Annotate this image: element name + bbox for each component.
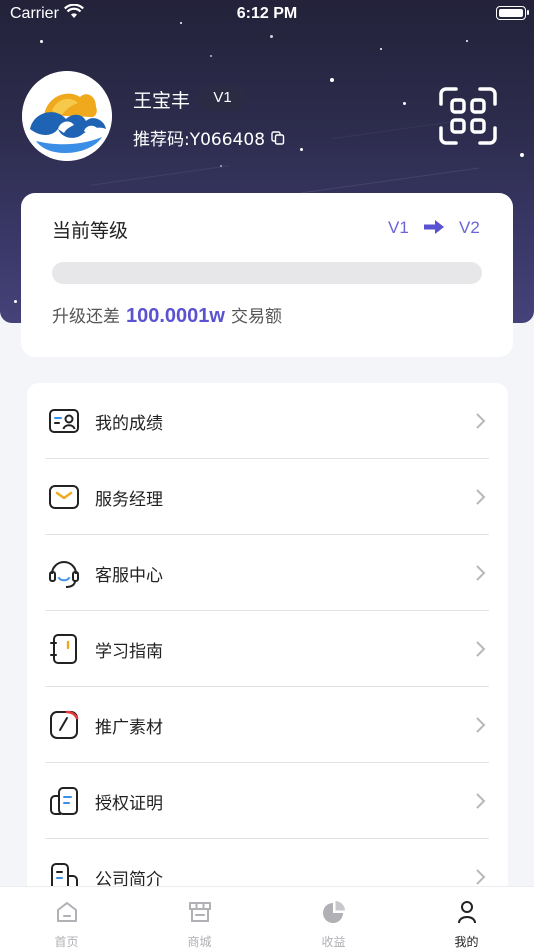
tab-label: 商城 bbox=[187, 935, 212, 949]
upgrade-amount: 100.0001w bbox=[126, 305, 225, 327]
referral-code-row: 推荐码:Y066408 bbox=[133, 125, 285, 150]
tab-label: 我的 bbox=[454, 935, 479, 949]
copy-icon[interactable] bbox=[271, 130, 285, 145]
home-icon bbox=[57, 902, 77, 922]
arrow-right-icon bbox=[424, 220, 444, 234]
menu-item-customer-service[interactable]: 客服中心 bbox=[27, 535, 508, 611]
menu-item-label: 推广素材 bbox=[95, 717, 163, 738]
menu-item-label: 客服中心 bbox=[95, 565, 163, 586]
tab-home[interactable]: 首页 bbox=[0, 887, 133, 950]
level-card: 当前等级 V1 V2 升级还差 100.0001w 交易额 bbox=[21, 193, 513, 357]
user-name: 王宝丰 bbox=[133, 90, 191, 112]
menu-item-my-scores[interactable]: 我的成绩 bbox=[27, 383, 508, 459]
clock: 6:12 PM bbox=[236, 5, 298, 22]
chevron-right-icon bbox=[476, 413, 486, 429]
upgrade-requirement: 升级还差 100.0001w 交易额 bbox=[52, 302, 282, 328]
menu-item-label: 服务经理 bbox=[95, 489, 163, 510]
chevron-right-icon bbox=[476, 793, 486, 809]
menu-item-service-manager[interactable]: 服务经理 bbox=[27, 459, 508, 535]
upgrade-suffix: 交易额 bbox=[230, 307, 282, 327]
person-icon bbox=[458, 901, 476, 924]
pie-chart-icon bbox=[323, 901, 345, 923]
tab-label: 首页 bbox=[54, 935, 79, 949]
menu-list: 我的成绩 服务经理 客服中心 学习指南 推广素材 授权证明 公司简介 bbox=[27, 383, 508, 903]
scan-qr-icon[interactable] bbox=[438, 86, 498, 146]
current-level: V1 bbox=[388, 218, 409, 237]
battery-icon bbox=[496, 6, 529, 20]
status-bar: Carrier 6:12 PM bbox=[0, 0, 534, 30]
tab-store[interactable]: 商城 bbox=[133, 887, 266, 950]
chevron-right-icon bbox=[476, 717, 486, 733]
chevron-right-icon bbox=[476, 565, 486, 581]
chevron-right-icon bbox=[476, 641, 486, 657]
menu-item-study-guide[interactable]: 学习指南 bbox=[27, 611, 508, 687]
referral-code: 推荐码:Y066408 bbox=[133, 130, 266, 150]
score-card-icon bbox=[49, 409, 79, 433]
level-title: 当前等级 bbox=[52, 220, 129, 242]
envelope-icon bbox=[49, 485, 79, 509]
certificate-icon bbox=[50, 787, 78, 815]
notebook-icon bbox=[50, 634, 77, 664]
upgrade-prefix: 升级还差 bbox=[52, 307, 120, 327]
menu-item-promo-materials[interactable]: 推广素材 bbox=[27, 687, 508, 763]
avatar[interactable] bbox=[22, 71, 112, 161]
gauge-icon bbox=[50, 710, 79, 739]
tab-label: 收益 bbox=[321, 935, 346, 949]
level-progress-bar bbox=[52, 262, 482, 284]
logo-icon bbox=[22, 71, 112, 161]
chevron-right-icon bbox=[476, 869, 486, 885]
menu-item-label: 学习指南 bbox=[95, 641, 163, 662]
store-icon bbox=[189, 902, 211, 922]
headset-icon bbox=[49, 561, 79, 588]
level-badge: V1 bbox=[199, 85, 246, 111]
tab-bar: 首页 商城 收益 我的 bbox=[0, 886, 534, 950]
menu-item-authorization[interactable]: 授权证明 bbox=[27, 763, 508, 839]
chevron-right-icon bbox=[476, 489, 486, 505]
tab-earnings[interactable]: 收益 bbox=[267, 887, 400, 950]
tab-mine[interactable]: 我的 bbox=[400, 887, 533, 950]
menu-item-label: 我的成绩 bbox=[95, 413, 163, 434]
menu-item-label: 授权证明 bbox=[95, 793, 163, 814]
next-level: V2 bbox=[459, 218, 480, 237]
